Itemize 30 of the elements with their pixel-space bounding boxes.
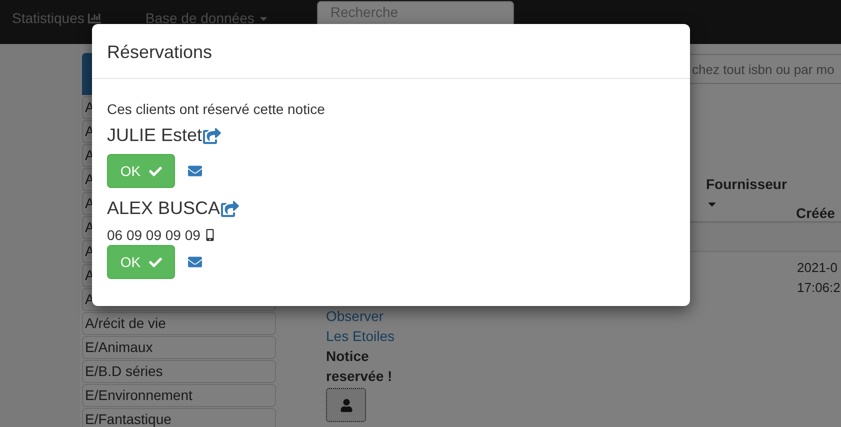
phone-number: 06 09 09 09 09 [107,227,200,243]
ok-button[interactable]: OK [107,154,175,188]
column-header[interactable]: Fournisseur [706,176,796,192]
check-icon [148,256,162,268]
sidebar-item[interactable]: E/Environnement [82,384,276,407]
date-text: 2021-0 [797,259,838,277]
envelope-icon[interactable] [188,255,202,269]
column-header[interactable]: Créée [796,205,841,221]
intro-text: Ces clients ont réservé cette notice [107,101,326,117]
check-icon [148,164,162,178]
nav-link[interactable]: Statistiques [12,10,102,26]
reserved-note: Notice reservée ! [326,347,394,386]
share-icon[interactable] [221,200,240,218]
user-icon [340,398,352,412]
sidebar-item[interactable]: E/B.D séries [82,360,276,383]
sidebar-item[interactable]: E/Fantastique [82,408,276,427]
ok-button[interactable]: OK [107,245,175,279]
sidebar-item[interactable]: E/Animaux [82,336,276,359]
client-name: JULIE Estet [107,125,202,146]
share-icon[interactable] [203,126,222,144]
dialog-title: Réservations [107,41,214,63]
envelope-icon[interactable] [188,164,202,178]
link[interactable]: Observer [326,306,384,326]
mobile-phone-icon [204,229,216,241]
link[interactable]: Les Etoiles [326,326,394,346]
bar-chart-icon [88,12,102,24]
user-button[interactable] [326,388,366,422]
client-name: ALEX BUSCA [107,198,220,219]
date-text: 17:06:2 [797,279,840,297]
sidebar-item[interactable]: A/récit de vie [82,312,276,335]
